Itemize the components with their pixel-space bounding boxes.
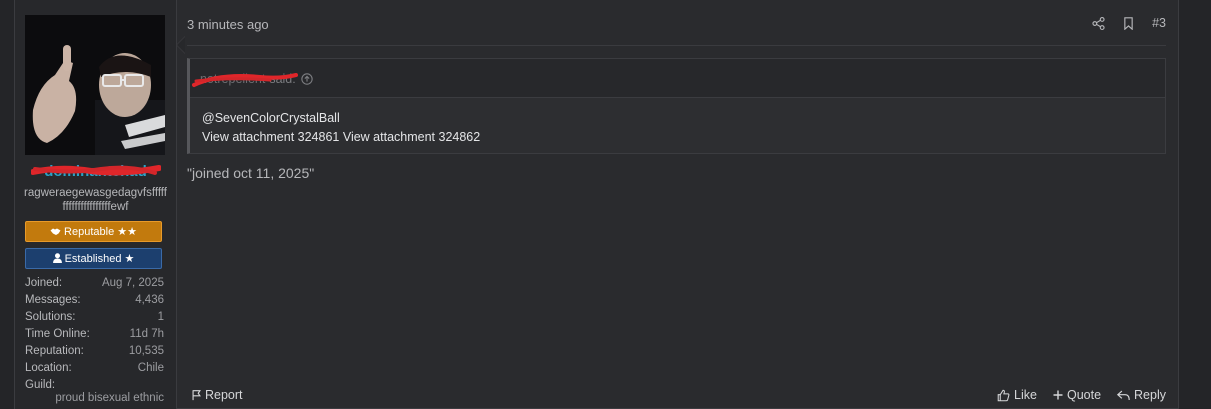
bookmark-icon[interactable] [1123, 16, 1134, 30]
post-main: 3 minutes ago #3 notrepellent said: @Seve… [177, 0, 1178, 409]
post-actions: Like Quote Reply [997, 388, 1166, 402]
redaction-scribble [192, 73, 298, 87]
like-label: Like [1014, 388, 1037, 402]
quote-label: Quote [1066, 388, 1102, 402]
header-divider [187, 45, 1166, 46]
stat-joined: Joined: Aug 7, 2025 [25, 277, 164, 289]
quote-header: notrepellent said: [190, 59, 1165, 98]
report-button[interactable]: Report [191, 388, 243, 402]
user-sidebar: dominantchad ragweraegewasgedagvfsffffff… [15, 0, 185, 409]
stat-location: Location: Chile [25, 362, 164, 374]
post-timestamp[interactable]: 3 minutes ago [187, 17, 269, 32]
quote-block: notrepellent said: @SevenColorCrystalBall… [187, 58, 1166, 154]
user-title: ragweraegewasgedagvfsfffffffffffffffffff… [23, 187, 167, 213]
reputable-banner: Reputable ★★ [25, 221, 162, 242]
share-icon[interactable] [1092, 16, 1105, 30]
like-button[interactable]: Like [997, 388, 1037, 402]
established-banner: Established ★ [25, 248, 162, 269]
stat-reputation: Reputation: 10,535 [25, 345, 164, 357]
guild-value: proud bisexual ethnic [55, 392, 164, 404]
post-number[interactable]: #3 [1152, 16, 1166, 30]
stat-solutions: Solutions: 1 [25, 311, 164, 323]
arrow-up-circle-icon[interactable] [301, 73, 313, 85]
reply-button[interactable]: Reply [1117, 388, 1166, 402]
quote-body: @SevenColorCrystalBall View attachment 3… [202, 109, 480, 147]
reputable-label: Reputable ★★ [64, 226, 137, 238]
reply-icon [1117, 390, 1130, 400]
post-top-actions: #3 [1092, 16, 1166, 30]
stat-time-online: Time Online: 11d 7h [25, 328, 164, 340]
user-icon [52, 253, 62, 263]
user-stats: Joined: Aug 7, 2025 Messages: 4,436 Soluti… [25, 275, 164, 394]
redaction-scribble [31, 165, 161, 176]
quote-button[interactable]: Quote [1053, 388, 1101, 402]
avatar[interactable] [25, 15, 165, 155]
avatar-image [25, 15, 165, 155]
plus-icon [1053, 390, 1063, 400]
flag-icon [192, 390, 201, 401]
quote-attachments[interactable]: View attachment 324861 View attachment 3… [202, 128, 480, 147]
stat-messages: Messages: 4,436 [25, 294, 164, 306]
quote-mention[interactable]: @SevenColorCrystalBall [202, 109, 480, 128]
post-container: dominantchad ragweraegewasgedagvfsffffff… [14, 0, 1179, 409]
thumbs-up-icon [997, 389, 1010, 401]
reply-label: Reply [1134, 388, 1166, 402]
established-label: Established ★ [64, 253, 135, 265]
handshake-icon [50, 228, 61, 235]
report-label: Report [205, 388, 243, 402]
post-text: "joined oct 11, 2025" [187, 165, 315, 181]
